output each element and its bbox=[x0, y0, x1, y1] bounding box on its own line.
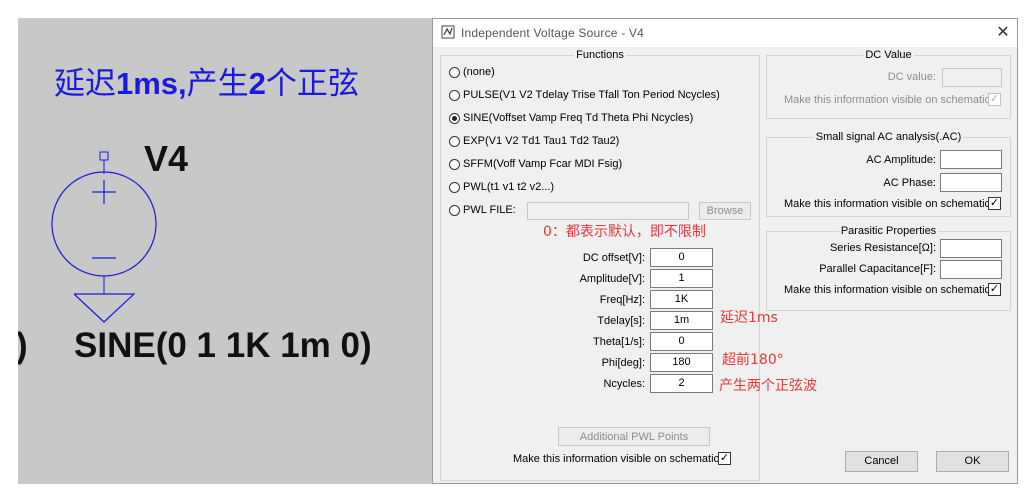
ac-visible-label: Make this information visible on schemat… bbox=[784, 198, 994, 210]
theta-label: Theta[1/s]: bbox=[593, 336, 645, 348]
theta-input[interactable]: 0 bbox=[650, 332, 713, 351]
browse-button[interactable]: Browse bbox=[699, 202, 751, 220]
annotation-cycles-note: 产生两个正弦波 bbox=[719, 378, 817, 394]
ac-amplitude-input[interactable] bbox=[940, 150, 1002, 169]
amplitude-label: Amplitude[V]: bbox=[579, 273, 645, 285]
radio-sffm[interactable]: SFFM(Voff Vamp Fcar MDI Fsig) bbox=[449, 158, 622, 170]
dialog-title: Independent Voltage Source - V4 bbox=[461, 26, 645, 40]
radio-pwl[interactable]: PWL(t1 v1 t2 v2...) bbox=[449, 181, 554, 193]
series-resistance-label: Series Resistance[Ω]: bbox=[829, 242, 936, 254]
radio-exp[interactable]: EXP(V1 V2 Td1 Tau1 Td2 Tau2) bbox=[449, 135, 619, 147]
dc-value-label: DC value: bbox=[887, 71, 936, 83]
dc-offset-label: DC offset[V]: bbox=[582, 252, 645, 264]
schematic-title: 延迟1ms,产生2个正弦 bbox=[54, 66, 359, 102]
ok-button[interactable]: OK bbox=[936, 451, 1009, 472]
radio-sine[interactable]: SINE(Voffset Vamp Freq Td Theta Phi Ncyc… bbox=[449, 112, 693, 124]
voltage-source-symbol[interactable] bbox=[48, 148, 158, 328]
pwl-file-input[interactable] bbox=[527, 202, 689, 220]
functions-legend: Functions bbox=[576, 49, 624, 61]
parasitic-visible-checkbox[interactable]: ✓ bbox=[988, 283, 1001, 296]
series-resistance-input[interactable] bbox=[940, 239, 1002, 258]
radio-indicator[interactable] bbox=[449, 66, 460, 78]
radio-indicator[interactable] bbox=[449, 181, 460, 193]
parasitic-visible-label: Make this information visible on schemat… bbox=[784, 284, 994, 296]
dc-offset-input[interactable]: 0 bbox=[650, 248, 713, 267]
ncycles-label: Ncycles: bbox=[603, 378, 645, 390]
annotation-delay-note: 延迟1ms bbox=[720, 310, 778, 326]
radio-indicator[interactable] bbox=[449, 158, 460, 170]
dc-visible-checkbox[interactable]: ✓ bbox=[988, 93, 1001, 106]
parallel-capacitance-label: Parallel Capacitance[F]: bbox=[819, 263, 936, 275]
tdelay-label: Tdelay[s]: bbox=[597, 315, 645, 327]
tdelay-input[interactable]: 1m bbox=[650, 311, 713, 330]
parallel-capacitance-input[interactable] bbox=[940, 260, 1002, 279]
phi-label: Phi[deg]: bbox=[601, 357, 645, 369]
schematic-canvas[interactable]: 延迟1ms,产生2个正弦 V4 ) SINE(0 1 1K 1m 0) bbox=[18, 18, 436, 484]
radio-pwl-file[interactable]: PWL FILE: bbox=[449, 204, 516, 216]
radio-indicator[interactable] bbox=[449, 204, 460, 216]
cancel-button[interactable]: Cancel bbox=[845, 451, 918, 472]
dc-visible-label: Make this information visible on schemat… bbox=[784, 94, 994, 106]
source-value-label: SINE(0 1 1K 1m 0) bbox=[74, 326, 372, 365]
source-name-label: V4 bbox=[144, 138, 189, 179]
close-button[interactable]: ✕ bbox=[993, 23, 1013, 43]
freq-input[interactable]: 1K bbox=[650, 290, 713, 309]
parasitic-properties-legend: Parasitic Properties bbox=[840, 225, 937, 237]
radio-none[interactable]: (none) bbox=[449, 66, 495, 78]
visible-on-schematic-checkbox[interactable]: ✓ bbox=[718, 452, 731, 465]
radio-indicator[interactable] bbox=[449, 89, 460, 101]
visible-on-schematic-label: Make this information visible on schemat… bbox=[513, 453, 723, 465]
freq-label: Freq[Hz]: bbox=[599, 294, 645, 306]
amplitude-input[interactable]: 1 bbox=[650, 269, 713, 288]
dc-value-legend: DC Value bbox=[865, 49, 912, 61]
ac-phase-input[interactable] bbox=[940, 173, 1002, 192]
small-signal-ac-legend: Small signal AC analysis(.AC) bbox=[815, 131, 962, 143]
annotation-default-note: 0：都表示默认，即不限制 bbox=[543, 224, 706, 240]
additional-pwl-points-button[interactable]: Additional PWL Points bbox=[558, 427, 710, 446]
title-bar[interactable]: Independent Voltage Source - V4 ✕ bbox=[433, 19, 1017, 47]
radio-indicator[interactable] bbox=[449, 135, 460, 147]
ac-visible-checkbox[interactable]: ✓ bbox=[988, 197, 1001, 210]
radio-pulse[interactable]: PULSE(V1 V2 Tdelay Trise Tfall Ton Perio… bbox=[449, 89, 720, 101]
dc-value-input[interactable] bbox=[942, 68, 1002, 87]
voltage-source-dialog: Independent Voltage Source - V4 ✕ Functi… bbox=[432, 18, 1018, 484]
phi-input[interactable]: 180 bbox=[650, 353, 713, 372]
radio-indicator-selected[interactable] bbox=[449, 112, 460, 124]
annotation-phase-note: 超前180° bbox=[722, 352, 784, 368]
ac-amplitude-label: AC Amplitude: bbox=[866, 154, 936, 166]
ac-phase-label: AC Phase: bbox=[883, 177, 936, 189]
ltspice-app-icon bbox=[441, 25, 455, 39]
ncycles-input[interactable]: 2 bbox=[650, 374, 713, 393]
truncated-label-fragment: ) bbox=[18, 326, 28, 366]
